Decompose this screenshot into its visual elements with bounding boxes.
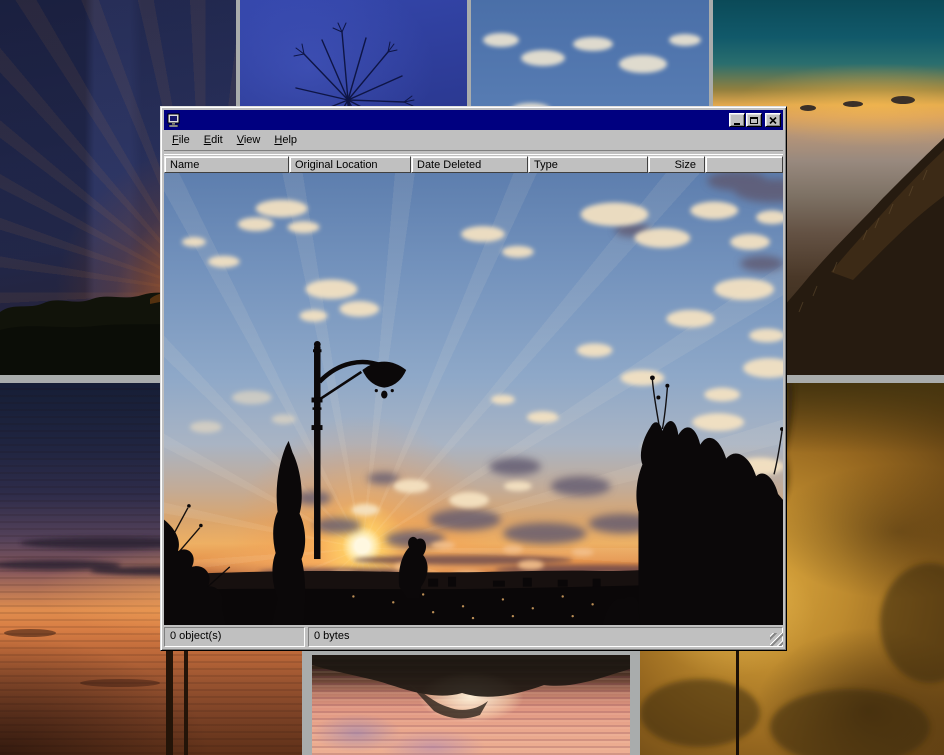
- column-header-original-location[interactable]: Original Location: [289, 156, 411, 173]
- status-size: 0 bytes: [308, 627, 783, 647]
- computer-icon[interactable]: [166, 113, 182, 127]
- menu-view[interactable]: View: [230, 132, 268, 149]
- column-header-type[interactable]: Type: [528, 156, 648, 173]
- content-photo-sunset-streetlamp: [164, 173, 783, 625]
- minimize-icon: [734, 123, 740, 125]
- title-bar[interactable]: [164, 110, 783, 130]
- column-header-date-deleted[interactable]: Date Deleted: [411, 156, 528, 173]
- minimize-button[interactable]: [729, 113, 745, 127]
- menu-edit[interactable]: Edit: [197, 132, 230, 149]
- column-header-blank[interactable]: [705, 156, 783, 173]
- status-bar: 0 object(s) 0 bytes: [164, 625, 783, 647]
- maximize-icon: [750, 117, 758, 124]
- status-object-count: 0 object(s): [164, 627, 305, 647]
- window-frame: File Edit View Help Name Original Locati…: [164, 110, 783, 647]
- file-list-area[interactable]: [164, 173, 783, 625]
- menu-file[interactable]: File: [165, 132, 197, 149]
- resize-grip[interactable]: [770, 633, 783, 646]
- menu-bar: File Edit View Help: [164, 130, 783, 149]
- wallpaper-photo-water-reflection: [312, 655, 630, 755]
- photo-foreground-silhouettes: [164, 173, 783, 625]
- column-headers: Name Original Location Date Deleted Type…: [164, 156, 783, 173]
- reflection-trees: [312, 655, 630, 755]
- column-header-size[interactable]: Size: [648, 156, 705, 173]
- desktop: File Edit View Help Name Original Locati…: [0, 0, 944, 755]
- maximize-button[interactable]: [746, 113, 762, 127]
- golden-blur-pole: [736, 651, 739, 755]
- recycle-bin-window: File Edit View Help Name Original Locati…: [160, 106, 787, 651]
- close-icon: [769, 117, 777, 124]
- menu-help[interactable]: Help: [267, 132, 304, 149]
- menu-separator: [164, 150, 783, 155]
- close-button[interactable]: [765, 113, 781, 127]
- column-header-name[interactable]: Name: [164, 156, 289, 173]
